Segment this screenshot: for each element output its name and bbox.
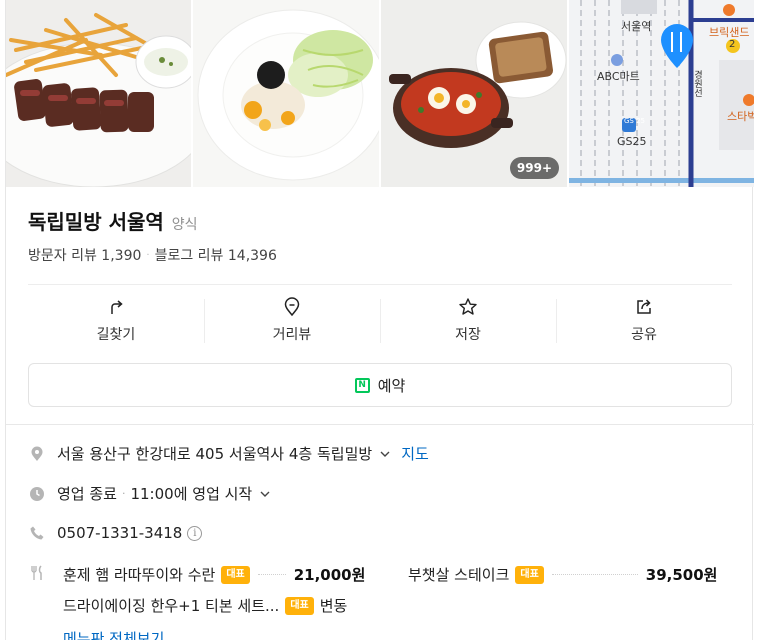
map-label-cafe2: 스타벅 [727, 110, 754, 123]
save-button[interactable]: 저장 [380, 289, 556, 351]
map-label-station: 서울역 [621, 20, 652, 33]
full-menu-link[interactable]: 메뉴판 전체보기 [63, 628, 164, 640]
phone-number[interactable]: 0507-1331-3418 [57, 524, 182, 542]
photo-shakshuka[interactable]: 999+ [381, 0, 567, 187]
menu-item-name: 부챗살 스테이크 [408, 566, 510, 584]
address-row: 서울 용산구 한강대로 405 서울역사 4층 독립밀방 지도 [28, 443, 429, 464]
address-text: 서울 용산구 한강대로 405 서울역사 4층 독립밀방 [57, 445, 373, 463]
photo-gallery: 999+ 서울역 ABC마트 GS25 GS 25 브릭샌드 2 스타벅 경원선 [6, 0, 754, 187]
photo-caviar-salad[interactable] [193, 0, 379, 187]
dotted-leader [257, 574, 286, 575]
menu-item-price: 변동 [319, 597, 348, 615]
star-icon [459, 297, 477, 315]
hours-row: 영업 종료 · 11:00에 영업 시작 [28, 483, 271, 504]
info-icon[interactable]: i [187, 525, 203, 541]
signature-tag: 대표 [285, 596, 314, 615]
location-pin-icon [28, 445, 46, 463]
naver-booking-icon: N [354, 377, 370, 393]
review-summary: 방문자 리뷰 1,390 · 블로그 리뷰 14,396 [28, 245, 277, 265]
place-header: 독립밀방 서울역 양식 [28, 206, 198, 235]
business-status: 영업 종료 [57, 485, 117, 503]
place-title: 독립밀방 서울역 [28, 210, 164, 234]
share-icon [637, 298, 651, 314]
chevron-down-icon[interactable] [259, 488, 271, 500]
share-label: 공유 [631, 326, 657, 343]
street-view-icon [284, 296, 300, 316]
menu-item-name: 훈제 햄 라따뚜이와 수란 [63, 566, 216, 584]
map-exit-number: 2 [729, 39, 736, 50]
map-label-store: ABC마트 [597, 70, 640, 83]
directions-icon [111, 299, 123, 314]
menu-row [28, 564, 57, 582]
menu-item[interactable]: 드라이에이징 한우+1 티본 세트... 대표 변동 [63, 595, 347, 616]
mini-map[interactable]: 서울역 ABC마트 GS25 GS 25 브릭샌드 2 스타벅 경원선 [569, 0, 754, 187]
place-card: 999+ 서울역 ABC마트 GS25 GS 25 브릭샌드 2 스타벅 경원선… [5, 0, 754, 640]
map-gs-badge: GS 25 [624, 117, 645, 125]
menu-item-price: 39,500원 [645, 566, 718, 584]
separator-dot: · [121, 487, 126, 500]
directions-label: 길찾기 [96, 326, 136, 343]
menu-item[interactable]: 훈제 햄 라따뚜이와 수란 대표 21,000원 [63, 564, 365, 585]
share-button[interactable]: 공유 [556, 289, 732, 351]
place-category: 양식 [171, 217, 198, 233]
divider [28, 284, 732, 285]
reserve-label: 예약 [377, 376, 406, 395]
phone-icon [28, 524, 46, 542]
visitor-review-count[interactable]: 방문자 리뷰 1,390 [28, 245, 141, 265]
dotted-leader [551, 574, 638, 575]
phone-row: 0507-1331-3418 i [28, 524, 203, 542]
save-label: 저장 [455, 326, 481, 343]
menu-item-price: 21,000원 [293, 566, 366, 584]
action-bar: 길찾기 거리뷰 저장 공유 [28, 289, 732, 351]
menu-item[interactable]: 부챗살 스테이크 대표 39,500원 [408, 564, 717, 585]
business-hours[interactable]: 11:00에 영업 시작 [130, 483, 252, 504]
map-label-road: 경원선 [692, 70, 702, 97]
map-label-cafe1: 브릭샌드 [709, 26, 750, 39]
map-link[interactable]: 지도 [401, 443, 429, 464]
clock-icon [28, 485, 46, 503]
signature-tag: 대표 [221, 565, 250, 584]
reserve-button[interactable]: N 예약 [28, 363, 732, 407]
menu-item-name: 드라이에이징 한우+1 티본 세트... [63, 597, 280, 615]
separator-dot: · [146, 249, 150, 261]
photo-count-badge[interactable]: 999+ [509, 157, 559, 179]
street-view-label: 거리뷰 [272, 326, 312, 343]
map-label-gs25: GS25 [617, 135, 647, 148]
photo-steak[interactable] [6, 0, 191, 187]
fork-knife-icon [28, 564, 46, 582]
chevron-down-icon[interactable] [379, 448, 391, 460]
blog-review-count[interactable]: 블로그 리뷰 14,396 [155, 245, 277, 265]
directions-button[interactable]: 길찾기 [28, 289, 204, 351]
signature-tag: 대표 [515, 565, 544, 584]
street-view-button[interactable]: 거리뷰 [204, 289, 380, 351]
section-divider [6, 424, 754, 425]
